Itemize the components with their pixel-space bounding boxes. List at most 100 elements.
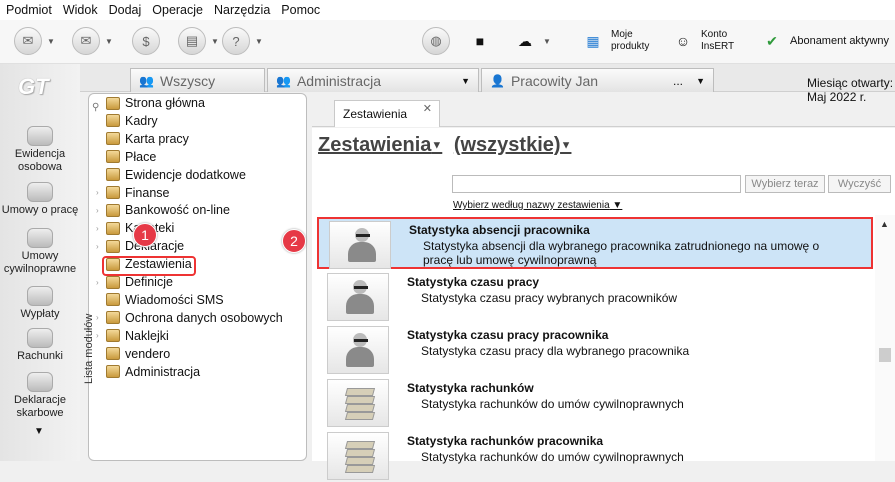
report-row[interactable]: Statystyka czasu pracy Statystyka czasu p…	[317, 271, 873, 323]
report-thumbnail	[327, 432, 389, 480]
cloud-button[interactable]: ☁ ▼	[512, 26, 551, 56]
close-icon[interactable]: ✕	[423, 102, 432, 115]
contract-icon	[27, 182, 53, 202]
module-item[interactable]: › Naklejki	[96, 327, 169, 345]
report-row[interactable]: Statystyka rachunków Statystyka rachunków…	[317, 377, 873, 429]
module-label: Ewidencje dodatkowe	[125, 167, 246, 182]
toolbar-button-4[interactable]: ▤ ▼	[178, 26, 219, 56]
scroll-thumb[interactable]	[879, 348, 891, 362]
module-item[interactable]: Administracja	[96, 363, 200, 381]
module-icon	[106, 311, 120, 325]
nav-umowy-o-prace[interactable]: Umowy o pracę	[0, 182, 80, 217]
toolbar-button-2[interactable]: ✉ ▼	[72, 26, 113, 56]
left-navigation: GT Ewidencja osobowa Umowy o pracę Umowy…	[0, 64, 80, 461]
tab-zestawienia[interactable]: Zestawienia ✕	[334, 100, 440, 127]
menu-pomoc[interactable]: Pomoc	[281, 3, 320, 17]
module-icon	[106, 203, 120, 217]
abonament-button[interactable]: ✔ Abonament aktywny	[759, 26, 889, 56]
report-title: Statystyka rachunków	[407, 381, 534, 395]
chevron-down-icon[interactable]: ▼	[696, 76, 705, 86]
tab-wszyscy[interactable]: 👥 Wszyscy	[130, 68, 265, 92]
nav-umowy-cywilnoprawne[interactable]: Umowy cywilnoprawne	[0, 228, 80, 276]
toolbar-button-1[interactable]: ✉ ▼	[14, 26, 55, 56]
module-icon	[106, 186, 120, 199]
tab-administracja[interactable]: 👥 Administracja ▼	[267, 68, 479, 92]
document-stack-icon	[344, 441, 376, 473]
module-item[interactable]: Płace	[96, 148, 156, 166]
filter-dropdown[interactable]: (wszystkie)▼	[454, 134, 572, 156]
search-input[interactable]	[452, 175, 741, 193]
highlight-zestawienia	[102, 256, 196, 276]
module-label: Naklejki	[125, 328, 169, 343]
vertical-scrollbar[interactable]: ▲	[875, 215, 895, 461]
globe-icon: ◍	[422, 27, 450, 55]
nav-rachunki[interactable]: Rachunki	[0, 328, 80, 363]
shield-check-icon: ✔	[766, 32, 778, 49]
gt-logo: GT	[18, 74, 49, 99]
step-badge-1: 1	[133, 223, 157, 247]
expand-arrow-icon: ›	[96, 277, 99, 287]
choose-now-button[interactable]: Wybierz teraz	[745, 175, 825, 193]
report-description: Statystyka rachunków do umów cywilnopraw…	[421, 397, 684, 411]
select-by-name-link[interactable]: Wybierz według nazwy zestawienia ▼	[453, 200, 622, 211]
report-thumbnail	[327, 326, 389, 374]
money-envelope-icon	[27, 286, 53, 306]
module-label: vendero	[125, 346, 171, 361]
envelope-icon: ✉	[14, 27, 42, 55]
module-label: Karta pracy	[125, 131, 189, 146]
module-item[interactable]: Wiadomości SMS	[96, 291, 224, 309]
chevron-down-icon: ▼	[255, 36, 263, 46]
chevron-down-icon: ▼	[47, 36, 55, 46]
cloud-icon: ☁	[518, 32, 532, 49]
menu-widok[interactable]: Widok	[63, 3, 98, 17]
module-item[interactable]: Ewidencje dodatkowe	[96, 166, 246, 184]
title-dropdown[interactable]: Zestawienia▼	[318, 134, 442, 156]
module-item[interactable]: vendero	[96, 345, 170, 363]
scroll-up-icon[interactable]: ▲	[880, 219, 889, 229]
module-item[interactable]: › Bankowość on-line	[96, 201, 230, 219]
module-icon	[106, 96, 120, 110]
tab-pracowity-jan[interactable]: 👤 Pracowity Jan... ▼	[481, 68, 714, 92]
cube-icon: ■	[475, 33, 485, 49]
tax-form-icon	[27, 372, 53, 392]
nav-wyplaty[interactable]: Wypłaty	[0, 286, 80, 321]
chevron-down-icon[interactable]: ▼	[461, 76, 470, 86]
expand-arrow-icon: ›	[96, 223, 99, 233]
menu-podmiot[interactable]: Podmiot	[6, 3, 52, 17]
konto-insert-button[interactable]: ☺ Konto InsERT	[670, 26, 734, 56]
modules-vertical-label: Lista modułów	[83, 313, 95, 384]
cube-button[interactable]: ■	[467, 26, 493, 56]
people-icon	[27, 126, 53, 146]
expand-arrow-icon: ›	[96, 331, 99, 341]
content-tabs: Zestawienia ✕	[312, 93, 895, 127]
menu-narzedzia[interactable]: Narzędzia	[214, 3, 270, 17]
module-item[interactable]: › Ochrona danych osobowych	[96, 309, 283, 327]
moje-produkty-button[interactable]: ▦ Moje produkty	[580, 26, 649, 56]
person-icon	[348, 228, 376, 262]
toolbar: ✉ ▼ ✉ ▼ $ ▤ ▼ ? ▼ ◍ ■ ☁ ▼ ▦ Moje produkty ☺ Kon…	[0, 20, 895, 64]
person-icon	[346, 333, 374, 367]
nav-deklaracje-skarbowe[interactable]: Deklaracje skarbowe	[0, 372, 80, 420]
user-account-icon: ☺	[675, 33, 691, 49]
report-row[interactable]: Statystyka absencji pracownika Statystyka…	[317, 217, 873, 269]
report-row[interactable]: Statystyka czasu pracy pracownika Statyst…	[317, 324, 873, 376]
report-description: Statystyka czasu pracy wybranych pracown…	[421, 291, 678, 305]
module-label: Finanse	[125, 185, 170, 200]
module-item[interactable]: Kadry	[96, 112, 158, 130]
module-item[interactable]: Strona główna	[96, 94, 205, 112]
mail-open-icon: ✉	[72, 27, 100, 55]
document-stack-icon	[344, 388, 376, 420]
toolbar-button-3[interactable]: $	[132, 26, 160, 56]
menu-dodaj[interactable]: Dodaj	[109, 3, 142, 17]
globe-button[interactable]: ◍	[422, 26, 450, 56]
menu-operacje[interactable]: Operacje	[152, 3, 203, 17]
report-row[interactable]: Statystyka rachunków pracownika Statystyk…	[317, 430, 873, 482]
nav-ewidencja-osobowa[interactable]: Ewidencja osobowa	[0, 126, 80, 174]
toolbar-button-5[interactable]: ? ▼	[222, 26, 263, 56]
module-icon	[106, 365, 120, 378]
module-item[interactable]: Karta pracy	[96, 130, 189, 148]
module-label: Administracja	[125, 364, 201, 379]
clear-button[interactable]: Wyczyść	[828, 175, 891, 193]
module-item[interactable]: › Finanse	[96, 184, 169, 202]
nav-more-arrow-icon[interactable]: ▼	[34, 426, 44, 437]
